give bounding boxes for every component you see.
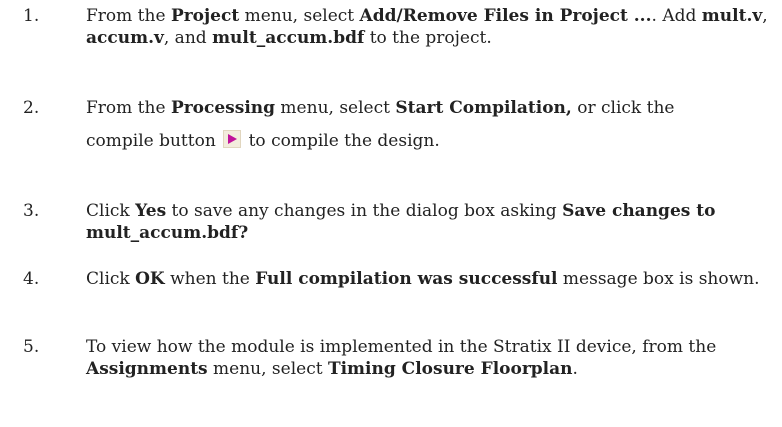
file-mult-v: mult.v: [701, 6, 763, 26]
file-mult-accum-bdf: mult_accum.bdf: [212, 28, 365, 48]
step-text: Click OK when the Full compilation was s…: [86, 269, 760, 289]
step-number: 3.: [23, 201, 40, 221]
step-text: From the Processing menu, select Start C…: [86, 97, 776, 151]
step-number: 4.: [23, 269, 40, 289]
step-text: From the Project menu, select Add/Remove…: [86, 6, 768, 48]
menu-project: Project: [170, 6, 240, 26]
step-text-line-2: compile button to compile the design.: [86, 130, 440, 151]
button-ok-ref: OK: [135, 269, 165, 289]
step-text: Click Yes to save any changes in the dia…: [86, 201, 716, 243]
step-text-line-1: From the Processing menu, select Start C…: [86, 98, 675, 118]
step-number: 1.: [23, 6, 40, 26]
message-box-title: Full compilation was successful: [255, 269, 558, 289]
file-accum-v: accum.v: [86, 28, 164, 48]
button-yes-ref: Yes: [135, 201, 167, 221]
step-number: 5.: [23, 337, 40, 357]
menu-assignments: Assignments: [86, 359, 208, 379]
menu-item-timing-closure-floorplan: Timing Closure Floorplan: [327, 359, 573, 379]
step-text: To view how the module is implemented in…: [86, 337, 717, 379]
menu-item-start-compilation: Start Compilation,: [395, 98, 572, 118]
instruction-list: 1. From the Project menu, select Add/Rem…: [0, 0, 782, 427]
menu-item-add-remove-files: Add/Remove Files in Project ...: [359, 6, 652, 26]
menu-processing: Processing: [170, 98, 276, 118]
compile-play-icon: [223, 130, 242, 148]
step-number: 2.: [23, 98, 40, 118]
